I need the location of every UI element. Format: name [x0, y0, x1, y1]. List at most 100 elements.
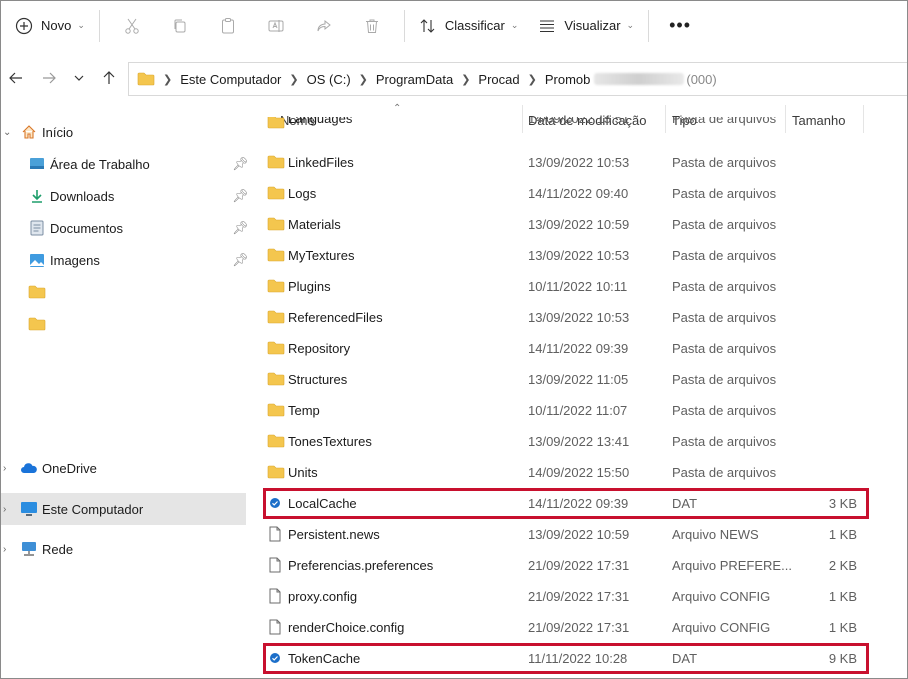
file-name: Persistent.news — [288, 527, 380, 542]
cut-button[interactable] — [116, 10, 148, 42]
plus-circle-icon — [15, 17, 33, 34]
sidebar-item-network[interactable]: › Rede — [1, 533, 246, 565]
sort-button[interactable]: Classificar ⌄ — [413, 10, 525, 42]
sort-icon — [420, 18, 435, 33]
sidebar-item-desktop[interactable]: Área de Trabalho 📌︎ — [1, 148, 249, 180]
file-row-tonestextures[interactable]: TonesTextures 13/09/2022 13:41 Pasta de … — [263, 426, 869, 457]
file-date: 13/09/2022 13:41 — [528, 434, 630, 449]
file-row-linkedfiles[interactable]: LinkedFiles 13/09/2022 10:53 Pasta de ar… — [263, 147, 869, 178]
view-list-icon — [540, 19, 555, 32]
file-row-renderchoice-config[interactable]: renderChoice.config 21/09/2022 17:31 Arq… — [263, 612, 869, 643]
file-row-materials[interactable]: Materials 13/09/2022 10:59 Pasta de arqu… — [263, 209, 869, 240]
file-name: TonesTextures — [288, 434, 372, 449]
navigation-bar: ❯ Este Computador ❯ OS (C:) ❯ ProgramDat… — [1, 59, 907, 97]
file-name: Repository — [288, 341, 351, 356]
sidebar-item-pictures[interactable]: Imagens 📌︎ — [1, 244, 249, 276]
folder-icon — [28, 285, 46, 299]
delete-button[interactable] — [356, 10, 388, 42]
breadcrumb-computer[interactable]: Este Computador — [180, 72, 281, 87]
file-name: Temp — [288, 403, 320, 418]
breadcrumb-separator: ❯ — [461, 73, 471, 86]
pin-icon[interactable]: 📌︎ — [232, 220, 249, 236]
folder-icon — [267, 341, 285, 355]
chevron-right-icon: › — [3, 462, 7, 474]
paste-button[interactable] — [212, 10, 244, 42]
sidebar-item-this-pc[interactable]: › Este Computador — [1, 493, 246, 525]
file-type: Pasta de arquivos — [672, 403, 777, 418]
file-row-plugins[interactable]: Plugins 10/11/2022 10:11 Pasta de arquiv… — [263, 271, 869, 302]
pin-icon[interactable]: 📌︎ — [232, 188, 249, 204]
sidebar-item-home[interactable]: ⌄ Início — [1, 116, 246, 148]
file-row-temp[interactable]: Temp 10/11/2022 11:07 Pasta de arquivos — [263, 395, 869, 426]
file-size: 3 KB — [828, 496, 857, 511]
file-row-preferencias[interactable]: Preferencias.preferences 21/09/2022 17:3… — [263, 550, 869, 581]
file-icon — [269, 619, 281, 635]
file-date: 13/09/2022 11:05 — [528, 372, 629, 387]
file-date: 21/09/2022 17:31 — [528, 620, 630, 635]
file-date: 21/09/2022 17:31 — [528, 589, 630, 604]
cloud-icon — [21, 463, 37, 473]
sidebar-item-documents[interactable]: Documentos 📌︎ — [1, 212, 249, 244]
folder-icon — [137, 72, 155, 86]
file-row-mytextures[interactable]: MyTextures 13/09/2022 10:53 Pasta de arq… — [263, 240, 869, 271]
file-type: Pasta de arquivos — [672, 341, 777, 356]
file-date: 14/09/2022 15:51 — [528, 117, 630, 126]
file-row-persistent-news[interactable]: Persistent.news 13/09/2022 10:59 Arquivo… — [263, 519, 869, 550]
file-row-structures[interactable]: Structures 13/09/2022 11:05 Pasta de arq… — [263, 364, 869, 395]
breadcrumb-procad[interactable]: Procad — [478, 72, 519, 87]
file-row-referencedfiles[interactable]: ReferencedFiles 13/09/2022 10:53 Pasta d… — [263, 302, 869, 333]
desktop-icon — [30, 158, 44, 169]
file-row-units[interactable]: Units 14/09/2022 15:50 Pasta de arquivos — [263, 457, 869, 488]
pin-icon[interactable]: 📌︎ — [232, 156, 249, 172]
copy-button[interactable] — [164, 10, 196, 42]
file-date: 13/09/2022 10:53 — [528, 248, 630, 263]
file-size: 1 KB — [828, 527, 857, 542]
file-type: Pasta de arquivos — [672, 279, 777, 294]
file-type: Pasta de arquivos — [672, 465, 777, 480]
sidebar-item-label: Este Computador — [42, 501, 144, 517]
sidebar-item-downloads[interactable]: Downloads 📌︎ — [1, 180, 249, 212]
file-date: 13/09/2022 10:59 — [528, 527, 630, 542]
pin-icon[interactable]: 📌︎ — [232, 252, 249, 268]
new-button[interactable]: Novo ⌄ — [9, 10, 91, 42]
toolbar-divider — [98, 9, 100, 42]
view-button[interactable]: Visualizar ⌄ — [532, 10, 640, 42]
file-name: TokenCache — [288, 651, 361, 666]
breadcrumb-programdata[interactable]: ProgramData — [376, 72, 453, 87]
sidebar-item-folder[interactable] — [1, 276, 246, 308]
sidebar-item-folder[interactable] — [1, 308, 246, 340]
up-button[interactable] — [94, 63, 124, 93]
breadcrumb-drive[interactable]: OS (C:) — [307, 72, 351, 87]
file-type: Arquivo PREFERE... — [672, 558, 792, 573]
file-size: 1 KB — [828, 589, 857, 604]
sidebar-item-onedrive[interactable]: › OneDrive — [1, 452, 246, 484]
breadcrumb-promob[interactable]: Promob — [545, 72, 591, 87]
file-row-localcache[interactable]: LocalCache 14/11/2022 09:39 DAT 3 KB — [263, 488, 869, 519]
file-row-logs[interactable]: Logs 14/11/2022 09:40 Pasta de arquivos — [263, 178, 869, 209]
file-type: Pasta de arquivos — [672, 310, 777, 325]
forward-button[interactable] — [34, 63, 64, 93]
file-list: Languages 14/09/2022 15:51 Pasta de arqu… — [251, 115, 907, 678]
file-row-repository[interactable]: Repository 14/11/2022 09:39 Pasta de arq… — [263, 333, 869, 364]
folder-icon — [267, 155, 285, 169]
share-button[interactable] — [308, 10, 340, 42]
file-date: 13/09/2022 10:53 — [528, 310, 630, 325]
file-date: 14/11/2022 09:39 — [528, 341, 629, 356]
folder-icon — [267, 310, 285, 324]
more-options-button[interactable]: ••• — [657, 10, 703, 42]
sort-button-label: Classificar — [444, 18, 505, 33]
file-row-tokencache[interactable]: TokenCache 11/11/2022 10:28 DAT 9 KB — [263, 643, 869, 674]
file-icon — [269, 588, 281, 604]
rename-button[interactable] — [260, 10, 292, 42]
file-type: Arquivo NEWS — [672, 527, 759, 542]
new-button-label: Novo — [41, 18, 72, 33]
navigation-pane: ⌄ Início Área de Trabalho 📌︎ Downloads 📌… — [1, 99, 249, 678]
file-row-languages[interactable]: Languages 14/09/2022 15:51 Pasta de arqu… — [263, 117, 869, 137]
back-button[interactable] — [1, 63, 31, 93]
trash-icon — [365, 19, 378, 33]
file-row-proxy-config[interactable]: proxy.config 21/09/2022 17:31 Arquivo CO… — [263, 581, 869, 612]
file-name: Materials — [288, 217, 341, 232]
recent-locations-button[interactable] — [64, 63, 94, 93]
address-bar[interactable]: ❯ Este Computador ❯ OS (C:) ❯ ProgramDat… — [128, 62, 907, 96]
file-date: 21/09/2022 17:31 — [528, 558, 630, 573]
